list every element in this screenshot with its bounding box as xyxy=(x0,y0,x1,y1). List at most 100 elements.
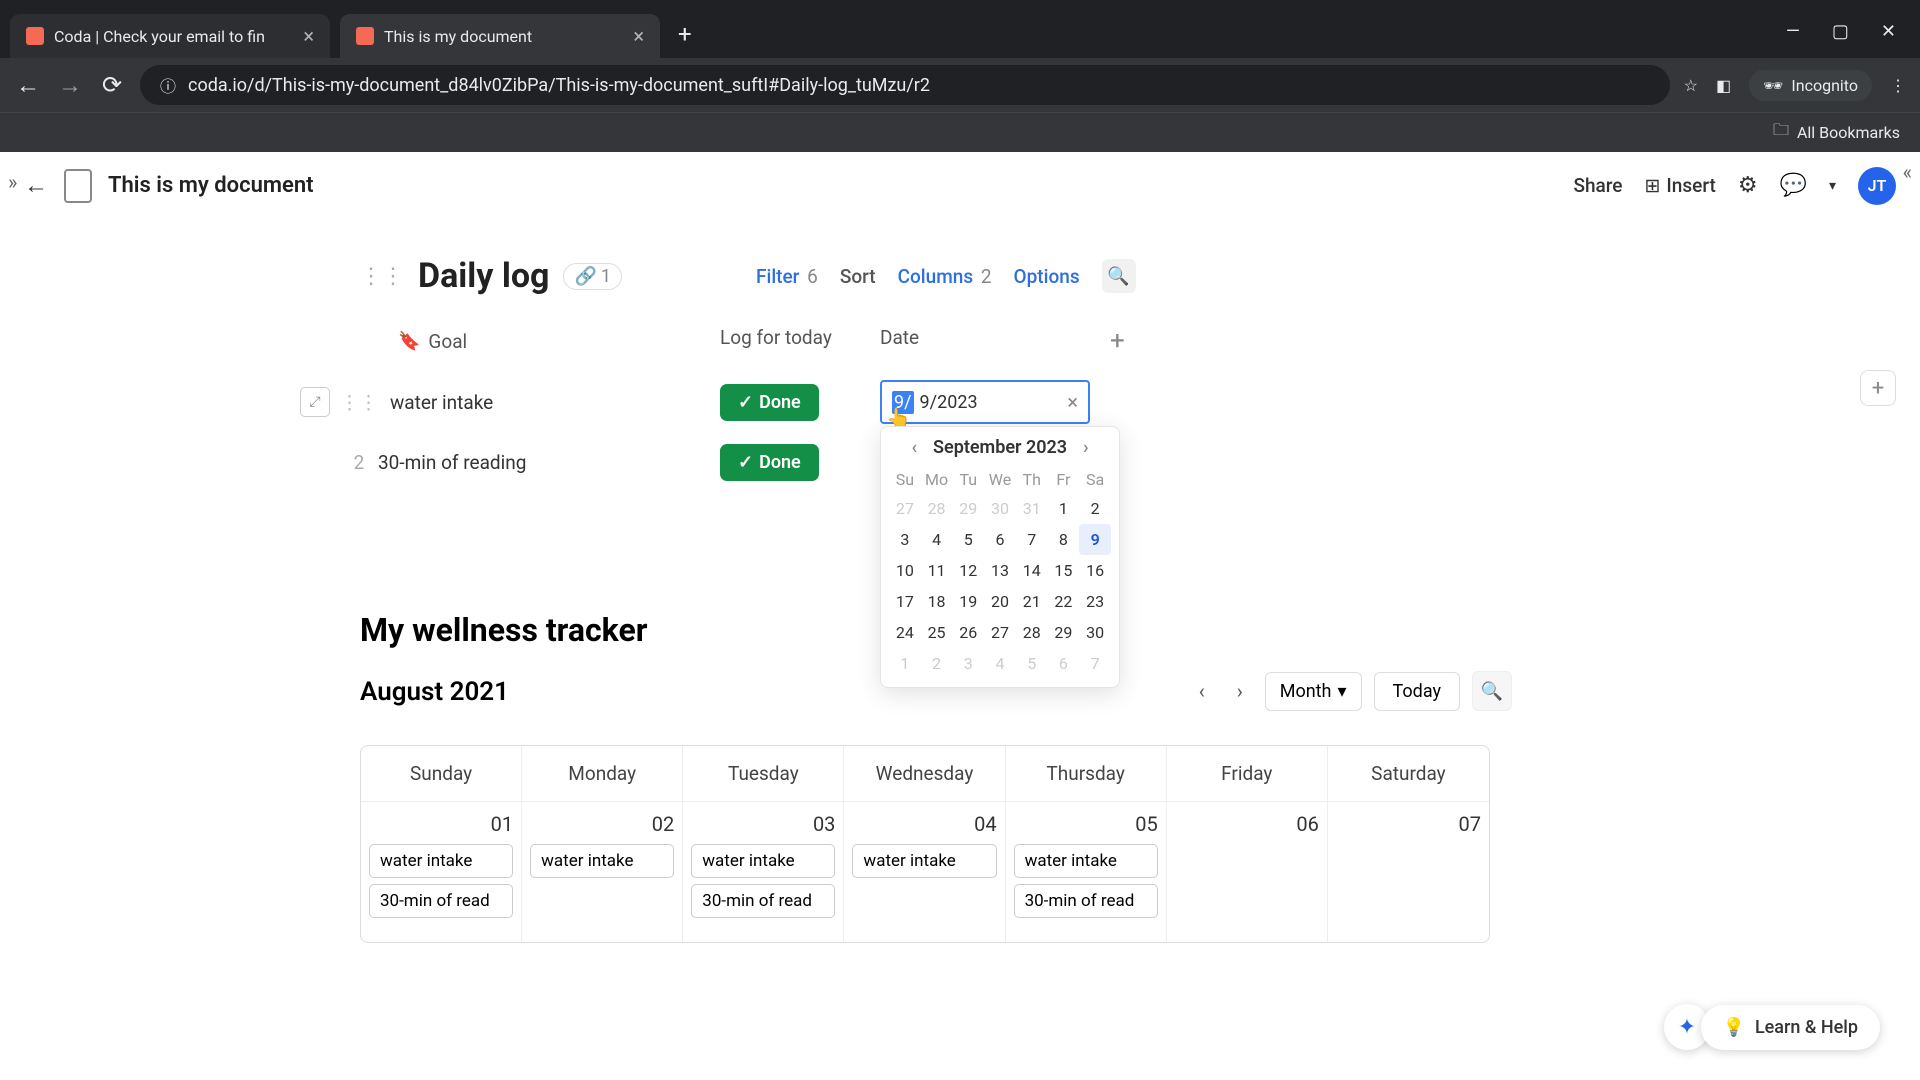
done-button[interactable]: ✓ Done xyxy=(720,384,819,421)
date-picker-day[interactable]: 2 xyxy=(921,648,953,679)
date-picker-day[interactable]: 15 xyxy=(1048,555,1080,586)
date-picker-day[interactable]: 18 xyxy=(921,586,953,617)
close-window-icon[interactable]: ✕ xyxy=(1881,21,1896,42)
browser-tab[interactable]: Coda | Check your email to fin × xyxy=(10,14,330,58)
expand-sidebar-right-icon[interactable]: « xyxy=(1903,160,1912,184)
prev-month-button[interactable]: ‹ xyxy=(905,437,923,458)
date-picker-day[interactable]: 1 xyxy=(1048,493,1080,524)
close-icon[interactable]: × xyxy=(633,24,644,48)
date-input[interactable]: 9/9/2023 × xyxy=(880,380,1090,424)
back-icon[interactable]: ← xyxy=(14,71,42,100)
goal-cell[interactable]: 30-min of reading xyxy=(378,451,720,474)
date-picker-day[interactable]: 29 xyxy=(952,493,984,524)
forward-icon[interactable]: → xyxy=(56,71,84,100)
share-button[interactable]: Share xyxy=(1573,174,1622,197)
date-picker-day[interactable]: 2 xyxy=(1079,493,1111,524)
user-avatar[interactable]: JT xyxy=(1858,167,1896,205)
learn-help-button[interactable]: 💡 Learn & Help xyxy=(1701,1005,1880,1050)
date-picker-day[interactable]: 5 xyxy=(952,524,984,555)
bookmark-star-icon[interactable]: ☆ xyxy=(1684,76,1698,95)
reload-icon[interactable]: ⟳ xyxy=(98,71,126,99)
add-column-button[interactable]: + xyxy=(1110,326,1125,356)
date-picker-day[interactable]: 30 xyxy=(984,493,1016,524)
date-picker-day[interactable]: 10 xyxy=(889,555,921,586)
calendar-cell[interactable]: 07 xyxy=(1328,802,1489,942)
expand-row-icon[interactable]: ⤢ xyxy=(300,387,330,417)
sort-button[interactable]: Sort xyxy=(840,265,876,288)
columns-button[interactable]: Columns 2 xyxy=(898,265,992,288)
clear-icon[interactable]: × xyxy=(1067,390,1078,414)
drag-handle-icon[interactable]: ⋮⋮ xyxy=(340,391,378,414)
date-picker-day[interactable]: 6 xyxy=(1048,648,1080,679)
options-button[interactable]: Options xyxy=(1014,265,1080,288)
prev-period-button[interactable]: ‹ xyxy=(1189,673,1215,709)
next-period-button[interactable]: › xyxy=(1227,673,1253,709)
calendar-event[interactable]: water intake xyxy=(852,844,996,878)
maximize-icon[interactable]: ▢ xyxy=(1832,21,1849,42)
side-panel-icon[interactable]: ◧ xyxy=(1716,76,1731,95)
minimize-icon[interactable]: — xyxy=(1786,21,1800,42)
new-tab-button[interactable]: + xyxy=(678,20,692,48)
filter-button[interactable]: Filter 6 xyxy=(756,265,818,288)
close-icon[interactable]: × xyxy=(303,24,314,48)
today-button[interactable]: Today xyxy=(1374,672,1460,711)
date-picker-day[interactable]: 19 xyxy=(952,586,984,617)
drag-handle-icon[interactable]: ⋮⋮ xyxy=(360,264,404,289)
link-badge[interactable]: 🔗 1 xyxy=(563,263,622,290)
date-picker-day[interactable]: 6 xyxy=(984,524,1016,555)
incognito-badge[interactable]: 🕶 Incognito xyxy=(1749,70,1872,101)
calendar-event[interactable]: water intake xyxy=(691,844,835,878)
date-picker-day[interactable]: 3 xyxy=(889,524,921,555)
calendar-event[interactable]: 30-min of read xyxy=(691,884,835,918)
browser-tab-active[interactable]: This is my document × xyxy=(340,14,660,58)
date-picker-day[interactable]: 16 xyxy=(1079,555,1111,586)
calendar-event[interactable]: 30-min of read xyxy=(1014,884,1158,918)
date-picker-day[interactable]: 30 xyxy=(1079,617,1111,648)
date-picker-day[interactable]: 5 xyxy=(1016,648,1048,679)
calendar-cell[interactable]: 01water intake30-min of read xyxy=(361,802,522,942)
date-picker-day[interactable]: 28 xyxy=(1016,617,1048,648)
date-picker-day[interactable]: 4 xyxy=(921,524,953,555)
date-picker-day[interactable]: 7 xyxy=(1079,648,1111,679)
date-picker-day[interactable]: 3 xyxy=(952,648,984,679)
calendar-cell[interactable]: 05water intake30-min of read xyxy=(1006,802,1167,942)
table-title[interactable]: Daily log xyxy=(418,256,549,296)
date-picker-day[interactable]: 7 xyxy=(1016,524,1048,555)
date-picker-day[interactable]: 11 xyxy=(921,555,953,586)
date-picker-day[interactable]: 31 xyxy=(1016,493,1048,524)
calendar-cell[interactable]: 04water intake xyxy=(844,802,1005,942)
date-picker-day[interactable]: 20 xyxy=(984,586,1016,617)
date-picker-day[interactable]: 8 xyxy=(1048,524,1080,555)
date-picker-day[interactable]: 27 xyxy=(889,493,921,524)
date-picker-day[interactable]: 24 xyxy=(889,617,921,648)
date-picker-day[interactable]: 17 xyxy=(889,586,921,617)
comments-icon[interactable]: 💬 xyxy=(1780,173,1807,198)
date-picker-day[interactable]: 27 xyxy=(984,617,1016,648)
chevron-down-icon[interactable]: ▾ xyxy=(1829,178,1836,194)
column-header-goal[interactable]: 🔖 Goal xyxy=(360,326,720,356)
calendar-search-button[interactable]: 🔍 xyxy=(1472,671,1512,711)
address-bar[interactable]: ⓘ coda.io/d/This-is-my-document_d84lv0Zi… xyxy=(140,65,1670,105)
date-picker-day[interactable]: 9 xyxy=(1079,524,1111,555)
column-header-date[interactable]: Date xyxy=(880,326,1100,356)
date-picker-day[interactable]: 12 xyxy=(952,555,984,586)
settings-gear-icon[interactable]: ⚙ xyxy=(1738,173,1758,198)
date-picker-day[interactable]: 28 xyxy=(921,493,953,524)
date-picker-day[interactable]: 25 xyxy=(921,617,953,648)
wellness-title[interactable]: My wellness tracker xyxy=(360,611,1920,649)
month-label[interactable]: September 2023 xyxy=(933,437,1067,458)
calendar-event[interactable]: water intake xyxy=(369,844,513,878)
back-button[interactable]: ← xyxy=(24,171,48,200)
column-header-log[interactable]: Log for today xyxy=(720,326,880,356)
document-title[interactable]: This is my document xyxy=(108,173,314,198)
view-dropdown[interactable]: Month ▾ xyxy=(1265,672,1362,711)
all-bookmarks-button[interactable]: 🗀 All Bookmarks xyxy=(1773,119,1900,146)
date-picker-day[interactable]: 22 xyxy=(1048,586,1080,617)
calendar-cell[interactable]: 02water intake xyxy=(522,802,683,942)
date-picker-day[interactable]: 23 xyxy=(1079,586,1111,617)
next-month-button[interactable]: › xyxy=(1077,437,1094,458)
insert-button[interactable]: ⊞ Insert xyxy=(1644,174,1715,197)
goal-cell[interactable]: water intake xyxy=(390,391,720,414)
calendar-event[interactable]: water intake xyxy=(530,844,674,878)
calendar-event[interactable]: water intake xyxy=(1014,844,1158,878)
